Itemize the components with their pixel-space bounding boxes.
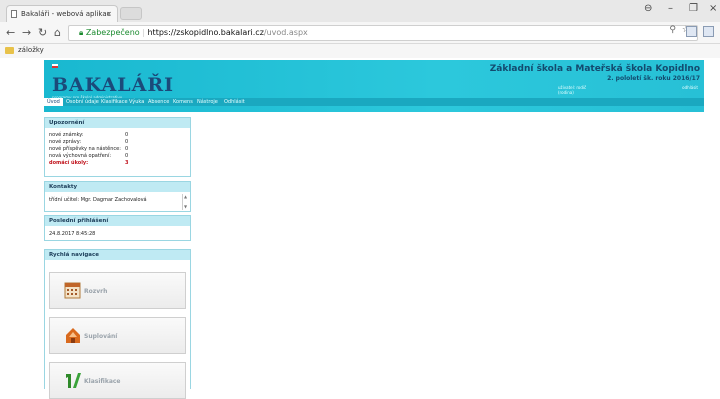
contact-teacher: třídní učitel: Mgr. Dagmar Zachovalová: [49, 197, 147, 203]
bookmarks-bar: záložky: [0, 44, 720, 58]
notifications-panel: Upozornění nové známky: 0 nové zprávy: 0…: [44, 117, 191, 177]
close-window-button[interactable]: ×: [709, 3, 717, 14]
notification-label: nové zprávy:: [49, 139, 82, 145]
substitution-icon: [66, 328, 80, 343]
bookmarks-folder[interactable]: záložky: [18, 46, 44, 54]
grades-icon: [66, 373, 81, 388]
extension-icon[interactable]: [686, 26, 697, 37]
school-name: Základní škola a Mateřská škola Kopidlno: [489, 64, 700, 74]
user-box: uživatel: rodič (rodina) odhlásit: [558, 85, 698, 97]
menu-item-nastroje[interactable]: Nástroje: [197, 98, 218, 106]
menu-item-osobni-udaje[interactable]: Osobní údaje: [66, 98, 99, 106]
last-login-panel: Poslední přihlášení 24.8.2017 8:45:28: [44, 215, 191, 241]
page-content: BAKALÁŘI programy pro školní administrat…: [0, 58, 720, 399]
browser-tab[interactable]: Bakaláři - webová aplikac ×: [6, 5, 118, 22]
profile-icon[interactable]: ⊖: [644, 3, 652, 14]
notification-label: nové příspěvky na nástěnce:: [49, 146, 121, 152]
browser-toolbar: ← → ↻ ⌂ 🔒︎ Zabezpečeno | https://zskopid…: [0, 22, 720, 44]
zoom-icon[interactable]: ⚲: [669, 25, 676, 35]
url-path: /uvod.aspx: [263, 28, 308, 37]
schedule-icon: [64, 282, 81, 299]
notifications-title: Upozornění: [45, 118, 190, 128]
nav-button-rozvrh[interactable]: Rozvrh: [49, 272, 186, 309]
logo: BAKALÁŘI: [52, 74, 175, 96]
notification-value: 0: [125, 146, 129, 152]
forward-icon[interactable]: →: [22, 26, 31, 39]
menu-item-vyuka[interactable]: Výuka: [129, 98, 144, 106]
browser-chrome: Bakaláři - webová aplikac × ⊖ – ❐ × ← → …: [0, 0, 720, 58]
contacts-title: Kontakty: [45, 182, 190, 192]
menu-item-uvod[interactable]: Úvod: [44, 98, 63, 106]
last-login-title: Poslední přihlášení: [45, 216, 190, 226]
folder-icon: [5, 47, 14, 54]
tab-bar: Bakaláři - webová aplikac × ⊖ – ❐ ×: [0, 0, 720, 22]
secure-label: Zabezpečeno: [85, 28, 140, 37]
home-icon[interactable]: ⌂: [54, 26, 61, 39]
url-host: https://zskopidlno.bakalari.cz: [147, 28, 264, 37]
menu-item-klasifikace[interactable]: Klasifikace: [101, 98, 128, 106]
menu-item-komens[interactable]: Komens: [173, 98, 193, 106]
contacts-scrollbar[interactable]: ▲ ▼: [182, 194, 188, 210]
contacts-panel: Kontakty třídní učitel: Mgr. Dagmar Zach…: [44, 181, 191, 212]
document-icon: [11, 10, 17, 18]
main-menu: Úvod Osobní údaje Klasifikace Výuka Abse…: [44, 98, 704, 106]
homework-link[interactable]: domácí úkoly:: [49, 160, 88, 166]
nav-button-suplovani[interactable]: Suplování: [49, 317, 186, 354]
new-tab-button[interactable]: [120, 7, 142, 20]
notification-label: nové známky:: [49, 132, 84, 138]
nav-button-label: Suplování: [84, 333, 118, 340]
last-login-value: 24.8.2017 8:45:28: [49, 231, 96, 237]
notification-value: 0: [125, 139, 129, 145]
menu-item-absence[interactable]: Absence: [148, 98, 169, 106]
homework-value: 3: [125, 160, 129, 166]
extension-icon-2[interactable]: [703, 26, 714, 37]
czech-flag-icon: [52, 64, 58, 68]
logout-link[interactable]: odhlásit: [682, 85, 698, 90]
tab-close-button[interactable]: ×: [106, 6, 112, 22]
tab-title: Bakaláři - webová aplikac: [21, 10, 111, 18]
nav-button-label: Rozvrh: [84, 288, 108, 295]
minimize-button[interactable]: –: [668, 3, 673, 14]
notification-value: 0: [125, 153, 129, 159]
notification-value: 0: [125, 132, 129, 138]
school-term: 2. pololetí šk. roku 2016/17: [607, 75, 700, 82]
address-bar[interactable]: 🔒︎ Zabezpečeno | https://zskopidlno.baka…: [68, 25, 698, 41]
notification-label: nová výchovná opatření:: [49, 153, 112, 159]
nav-button-klasifikace[interactable]: Klasifikace: [49, 362, 186, 399]
nav-button-label: Klasifikace: [84, 378, 121, 385]
reload-icon[interactable]: ↻: [38, 26, 47, 39]
quick-nav-title: Rychlá navigace: [45, 250, 190, 260]
restore-button[interactable]: ❐: [689, 3, 698, 14]
quick-nav-panel: Rychlá navigace Rozvrh Suplování Klasifi…: [44, 249, 191, 399]
back-icon[interactable]: ←: [6, 26, 15, 39]
lock-icon: 🔒︎: [79, 28, 84, 37]
menu-item-odhlasit[interactable]: Odhlásit: [224, 98, 245, 106]
user-sub: (rodina): [558, 90, 574, 95]
